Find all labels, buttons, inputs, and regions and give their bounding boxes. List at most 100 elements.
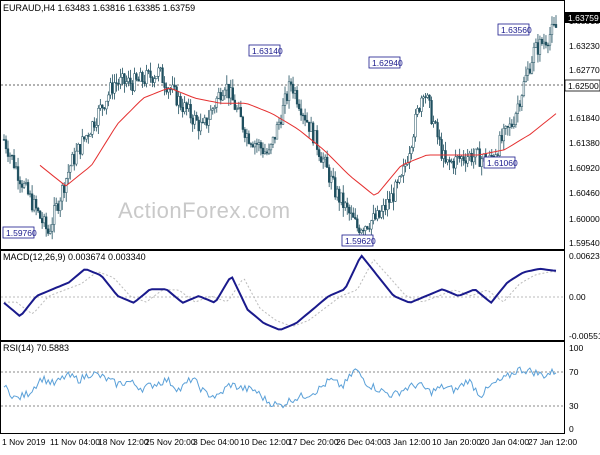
candle-body [109, 82, 112, 96]
candle-body [402, 165, 405, 176]
candle-body [235, 108, 238, 110]
candle-body [57, 203, 60, 211]
candle-body [438, 136, 441, 140]
candle-body [275, 124, 279, 140]
candle-body [552, 23, 556, 26]
candle-body [75, 150, 78, 165]
candle-body [36, 207, 40, 212]
candle-body [253, 143, 257, 148]
candle-body [231, 87, 234, 101]
candle-body [338, 188, 341, 203]
candle-body [520, 95, 524, 107]
candle-body [219, 92, 222, 101]
candle-body [490, 155, 493, 157]
candle-body [554, 24, 558, 28]
time-axis: 1 Nov 2019 11 Nov 04:00 18 Nov 12:00 25 … [2, 437, 577, 447]
annotation-label: 1.63140 [252, 46, 283, 56]
time-label: 20 Jan 04:00 [480, 437, 529, 447]
candle-body [187, 104, 190, 110]
candle-body [330, 175, 333, 183]
candle-body [143, 81, 146, 84]
reference-price-label: 1.62500 [568, 81, 599, 91]
candle-body [247, 133, 251, 144]
candle-body [51, 224, 54, 232]
candle-body [91, 121, 94, 135]
candle-body [107, 94, 110, 102]
candle-body [38, 210, 42, 219]
candle-body [4, 139, 8, 150]
candle-body [350, 212, 353, 215]
candle-body [462, 156, 465, 161]
candle-body [177, 96, 180, 106]
candle-body [478, 148, 481, 167]
candle-body [213, 106, 216, 109]
candle-body [161, 67, 164, 84]
candle-body [191, 117, 194, 125]
current-price-label: 1.63759 [568, 13, 599, 23]
annotation-high-1: 1.63140 [248, 44, 283, 57]
candle-body [181, 107, 184, 113]
candle-body [135, 73, 138, 80]
candle-body [412, 136, 415, 148]
rsi-tick: 100 [569, 343, 583, 353]
candle-body [16, 166, 20, 181]
candle-body [119, 77, 122, 85]
candle-body [141, 72, 144, 83]
candle-body [24, 182, 28, 184]
candle-body [315, 130, 319, 150]
candle-body [139, 72, 142, 82]
watermark: ActionForex.com [118, 198, 291, 223]
candle-body [207, 118, 210, 126]
candle-body [239, 107, 243, 118]
candle-body [297, 103, 301, 110]
chart-canvas[interactable]: 1.63910 1.63230 1.62770 1.61840 1.61380 … [0, 0, 600, 450]
candle-body [500, 135, 503, 142]
annotation-label: 1.59760 [6, 228, 37, 238]
chart-window[interactable]: 1.63910 1.63230 1.62770 1.61840 1.61380 … [0, 0, 600, 450]
candle-body [506, 126, 509, 128]
candle-body [233, 99, 236, 110]
candle-body [225, 83, 228, 91]
candle-body [378, 210, 381, 218]
candle-body [117, 83, 120, 85]
candle-body [151, 77, 154, 83]
candle-body [496, 154, 499, 156]
candle-body [145, 70, 148, 84]
rsi-tick: 30 [569, 401, 579, 411]
candle-body [125, 81, 128, 84]
candle-body [416, 108, 419, 115]
candle-body [205, 117, 208, 126]
candle-body [464, 160, 467, 164]
candle-body [157, 67, 160, 77]
candle-body [153, 78, 156, 83]
price-tick: 1.61840 [569, 113, 600, 123]
rsi-line [3, 366, 557, 409]
candle-body [346, 202, 349, 208]
time-label: 18 Nov 12:00 [98, 437, 149, 447]
candle-body [99, 104, 102, 109]
candle-body [396, 181, 399, 184]
candle-body [299, 108, 303, 116]
candle-body [340, 192, 343, 203]
candle-body [83, 136, 86, 140]
candle-body [279, 121, 283, 125]
candle-body [354, 217, 357, 220]
candle-body [257, 142, 261, 145]
candle-body [442, 150, 445, 159]
candle-body [95, 125, 98, 128]
candle-body [147, 70, 150, 72]
candle-body [20, 183, 24, 188]
candle-body [532, 47, 536, 63]
candle-body [422, 96, 425, 99]
candle-body [61, 185, 64, 202]
candle-body [40, 218, 44, 224]
candle-body [309, 122, 313, 132]
annotation-high-3: 1.63560 [497, 23, 532, 36]
candle-body [42, 216, 46, 224]
candle-body [49, 230, 52, 234]
candle-body [410, 147, 413, 154]
rsi-info: RSI(14) 70.5883 [3, 343, 70, 353]
macd-line [3, 254, 557, 331]
candle-body [167, 88, 170, 93]
candle-body [516, 103, 520, 114]
